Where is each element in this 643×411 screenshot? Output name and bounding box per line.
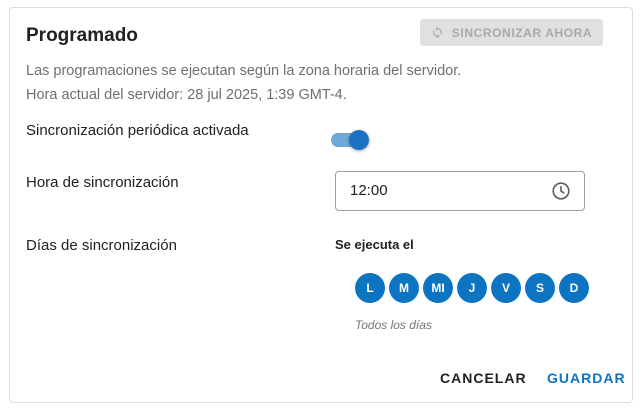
day-wednesday[interactable]: MI	[423, 273, 453, 303]
day-sunday[interactable]: D	[559, 273, 589, 303]
clock-icon[interactable]	[550, 180, 572, 202]
sync-time-value: 12:00	[350, 182, 388, 199]
runs-on-label: Se ejecuta el	[335, 237, 414, 252]
sync-time-label: Hora de sincronización	[26, 174, 179, 191]
sync-now-button[interactable]: SINCRONIZAR AHORA	[420, 19, 603, 46]
day-thursday[interactable]: J	[457, 273, 487, 303]
day-selector: L M MI J V S D	[355, 273, 589, 303]
sync-icon	[432, 26, 442, 39]
sync-days-label: Días de sincronización	[26, 237, 177, 254]
timezone-description: Las programaciones se ejecutan según la …	[26, 63, 462, 79]
save-button[interactable]: GUARDAR	[547, 370, 626, 386]
server-time-description: Hora actual del servidor: 28 jul 2025, 1…	[26, 87, 347, 103]
cancel-button[interactable]: CANCELAR	[440, 370, 527, 386]
day-monday[interactable]: L	[355, 273, 385, 303]
periodic-sync-label: Sincronización periódica activada	[26, 122, 249, 139]
day-saturday[interactable]: S	[525, 273, 555, 303]
day-friday[interactable]: V	[491, 273, 521, 303]
toggle-thumb	[349, 130, 369, 150]
days-summary: Todos los días	[355, 318, 432, 332]
sync-now-label: SINCRONIZAR AHORA	[451, 25, 593, 40]
sync-time-input[interactable]: 12:00	[335, 171, 585, 211]
periodic-sync-toggle[interactable]	[331, 130, 369, 150]
day-tuesday[interactable]: M	[389, 273, 419, 303]
card-title: Programado	[26, 25, 138, 46]
